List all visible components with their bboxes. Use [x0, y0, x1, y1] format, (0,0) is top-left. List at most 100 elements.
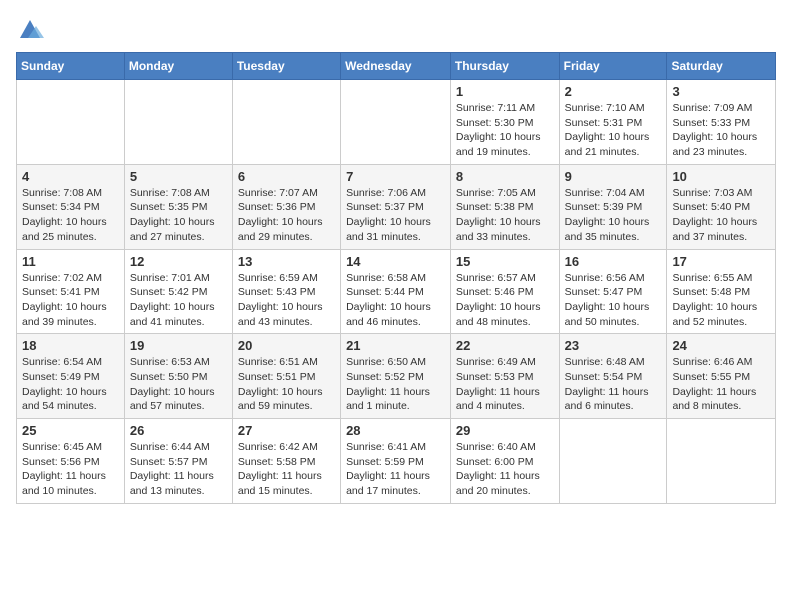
day-info: Sunrise: 7:08 AM Sunset: 5:35 PM Dayligh…: [130, 186, 227, 245]
calendar-cell: 21 Sunrise: 6:50 AM Sunset: 5:52 PM Dayli…: [341, 334, 451, 419]
day-number: 8: [456, 169, 554, 184]
day-number: 3: [672, 84, 770, 99]
day-info: Sunrise: 7:07 AM Sunset: 5:36 PM Dayligh…: [238, 186, 335, 245]
header-saturday: Saturday: [667, 53, 776, 80]
calendar-cell: 19Sunrise: 6:53 AM Sunset: 5:50 PM Dayli…: [124, 334, 232, 419]
header-wednesday: Wednesday: [341, 53, 451, 80]
day-number: 16: [565, 254, 662, 269]
calendar-cell: 24 Sunrise: 6:46 AM Sunset: 5:55 PM Dayli…: [667, 334, 776, 419]
day-info: Sunrise: 6:41 AM Sunset: 5:59 PM Dayligh…: [346, 440, 445, 499]
calendar-cell: 2 Sunrise: 7:10 AM Sunset: 5:31 PM Daylig…: [559, 80, 667, 165]
calendar-cell: 14 Sunrise: 6:58 AM Sunset: 5:44 PM Dayli…: [341, 249, 451, 334]
day-number: 17: [672, 254, 770, 269]
day-number: 7: [346, 169, 445, 184]
day-number: 5: [130, 169, 227, 184]
calendar-cell: 4 Sunrise: 7:08 AM Sunset: 5:34 PM Daylig…: [17, 164, 125, 249]
day-info: Sunrise: 7:11 AM Sunset: 5:30 PM Dayligh…: [456, 101, 554, 160]
day-info: Sunrise: 7:05 AM Sunset: 5:38 PM Dayligh…: [456, 186, 554, 245]
day-info: Sunrise: 6:51 AM Sunset: 5:51 PM Dayligh…: [238, 355, 335, 414]
day-info: Sunrise: 6:56 AM Sunset: 5:47 PM Dayligh…: [565, 271, 662, 330]
calendar-cell: 25 Sunrise: 6:45 AM Sunset: 5:56 PM Dayli…: [17, 419, 125, 504]
day-info: Sunrise: 7:03 AM Sunset: 5:40 PM Dayligh…: [672, 186, 770, 245]
day-info: Sunrise: 7:06 AM Sunset: 5:37 PM Dayligh…: [346, 186, 445, 245]
calendar-cell: 9 Sunrise: 7:04 AM Sunset: 5:39 PM Daylig…: [559, 164, 667, 249]
day-info: Sunrise: 6:40 AM Sunset: 6:00 PM Dayligh…: [456, 440, 554, 499]
calendar-cell: 26 Sunrise: 6:44 AM Sunset: 5:57 PM Dayli…: [124, 419, 232, 504]
day-number: 27: [238, 423, 335, 438]
calendar-cell: 16 Sunrise: 6:56 AM Sunset: 5:47 PM Dayli…: [559, 249, 667, 334]
calendar-cell: 10 Sunrise: 7:03 AM Sunset: 5:40 PM Dayli…: [667, 164, 776, 249]
day-info: Sunrise: 7:10 AM Sunset: 5:31 PM Dayligh…: [565, 101, 662, 160]
header-thursday: Thursday: [450, 53, 559, 80]
calendar-cell: 13 Sunrise: 6:59 AM Sunset: 5:43 PM Dayli…: [232, 249, 340, 334]
header-friday: Friday: [559, 53, 667, 80]
day-number: 24: [672, 338, 770, 353]
logo-icon: [16, 16, 44, 44]
day-info: Sunrise: 6:42 AM Sunset: 5:58 PM Dayligh…: [238, 440, 335, 499]
calendar-cell: [559, 419, 667, 504]
calendar-cell: 5 Sunrise: 7:08 AM Sunset: 5:35 PM Daylig…: [124, 164, 232, 249]
day-info: Sunrise: 7:08 AM Sunset: 5:34 PM Dayligh…: [22, 186, 119, 245]
day-number: 14: [346, 254, 445, 269]
day-info: Sunrise: 6:44 AM Sunset: 5:57 PM Dayligh…: [130, 440, 227, 499]
calendar-table: SundayMondayTuesdayWednesdayThursdayFrid…: [16, 52, 776, 504]
calendar-cell: 1Sunrise: 7:11 AM Sunset: 5:30 PM Daylig…: [450, 80, 559, 165]
day-number: 10: [672, 169, 770, 184]
day-number: 19: [130, 338, 227, 353]
day-info: Sunrise: 6:49 AM Sunset: 5:53 PM Dayligh…: [456, 355, 554, 414]
day-info: Sunrise: 6:58 AM Sunset: 5:44 PM Dayligh…: [346, 271, 445, 330]
calendar-week-3: 18 Sunrise: 6:54 AM Sunset: 5:49 PM Dayli…: [17, 334, 776, 419]
calendar-cell: 15 Sunrise: 6:57 AM Sunset: 5:46 PM Dayli…: [450, 249, 559, 334]
calendar-cell: 11Sunrise: 7:02 AM Sunset: 5:41 PM Dayli…: [17, 249, 125, 334]
calendar-cell: 28 Sunrise: 6:41 AM Sunset: 5:59 PM Dayli…: [341, 419, 451, 504]
calendar-header-row: SundayMondayTuesdayWednesdayThursdayFrid…: [17, 53, 776, 80]
calendar-cell: 20 Sunrise: 6:51 AM Sunset: 5:51 PM Dayli…: [232, 334, 340, 419]
day-info: Sunrise: 7:04 AM Sunset: 5:39 PM Dayligh…: [565, 186, 662, 245]
day-number: 25: [22, 423, 119, 438]
calendar-cell: [667, 419, 776, 504]
day-info: Sunrise: 6:59 AM Sunset: 5:43 PM Dayligh…: [238, 271, 335, 330]
calendar-cell: 6 Sunrise: 7:07 AM Sunset: 5:36 PM Daylig…: [232, 164, 340, 249]
calendar-week-2: 11Sunrise: 7:02 AM Sunset: 5:41 PM Dayli…: [17, 249, 776, 334]
day-number: 28: [346, 423, 445, 438]
calendar-cell: [232, 80, 340, 165]
day-number: 11: [22, 254, 119, 269]
day-info: Sunrise: 7:01 AM Sunset: 5:42 PM Dayligh…: [130, 271, 227, 330]
calendar-week-0: 1Sunrise: 7:11 AM Sunset: 5:30 PM Daylig…: [17, 80, 776, 165]
day-number: 6: [238, 169, 335, 184]
day-number: 2: [565, 84, 662, 99]
calendar-cell: 3Sunrise: 7:09 AM Sunset: 5:33 PM Daylig…: [667, 80, 776, 165]
day-number: 20: [238, 338, 335, 353]
calendar-cell: 7 Sunrise: 7:06 AM Sunset: 5:37 PM Daylig…: [341, 164, 451, 249]
calendar-cell: 29 Sunrise: 6:40 AM Sunset: 6:00 PM Dayli…: [450, 419, 559, 504]
day-number: 29: [456, 423, 554, 438]
calendar-cell: 23Sunrise: 6:48 AM Sunset: 5:54 PM Dayli…: [559, 334, 667, 419]
header-tuesday: Tuesday: [232, 53, 340, 80]
header-monday: Monday: [124, 53, 232, 80]
calendar-cell: 8 Sunrise: 7:05 AM Sunset: 5:38 PM Daylig…: [450, 164, 559, 249]
day-number: 15: [456, 254, 554, 269]
calendar-cell: 12 Sunrise: 7:01 AM Sunset: 5:42 PM Dayli…: [124, 249, 232, 334]
day-number: 23: [565, 338, 662, 353]
day-info: Sunrise: 6:45 AM Sunset: 5:56 PM Dayligh…: [22, 440, 119, 499]
day-info: Sunrise: 6:55 AM Sunset: 5:48 PM Dayligh…: [672, 271, 770, 330]
calendar-cell: [124, 80, 232, 165]
calendar-cell: [341, 80, 451, 165]
day-info: Sunrise: 6:57 AM Sunset: 5:46 PM Dayligh…: [456, 271, 554, 330]
day-number: 26: [130, 423, 227, 438]
calendar-cell: 17 Sunrise: 6:55 AM Sunset: 5:48 PM Dayli…: [667, 249, 776, 334]
calendar-week-4: 25 Sunrise: 6:45 AM Sunset: 5:56 PM Dayli…: [17, 419, 776, 504]
calendar-cell: [17, 80, 125, 165]
day-number: 22: [456, 338, 554, 353]
day-number: 4: [22, 169, 119, 184]
day-info: Sunrise: 6:54 AM Sunset: 5:49 PM Dayligh…: [22, 355, 119, 414]
day-number: 9: [565, 169, 662, 184]
day-info: Sunrise: 6:50 AM Sunset: 5:52 PM Dayligh…: [346, 355, 445, 414]
day-number: 18: [22, 338, 119, 353]
day-info: Sunrise: 6:46 AM Sunset: 5:55 PM Dayligh…: [672, 355, 770, 414]
day-number: 12: [130, 254, 227, 269]
logo: [16, 16, 48, 44]
calendar-week-1: 4 Sunrise: 7:08 AM Sunset: 5:34 PM Daylig…: [17, 164, 776, 249]
day-number: 13: [238, 254, 335, 269]
day-number: 21: [346, 338, 445, 353]
